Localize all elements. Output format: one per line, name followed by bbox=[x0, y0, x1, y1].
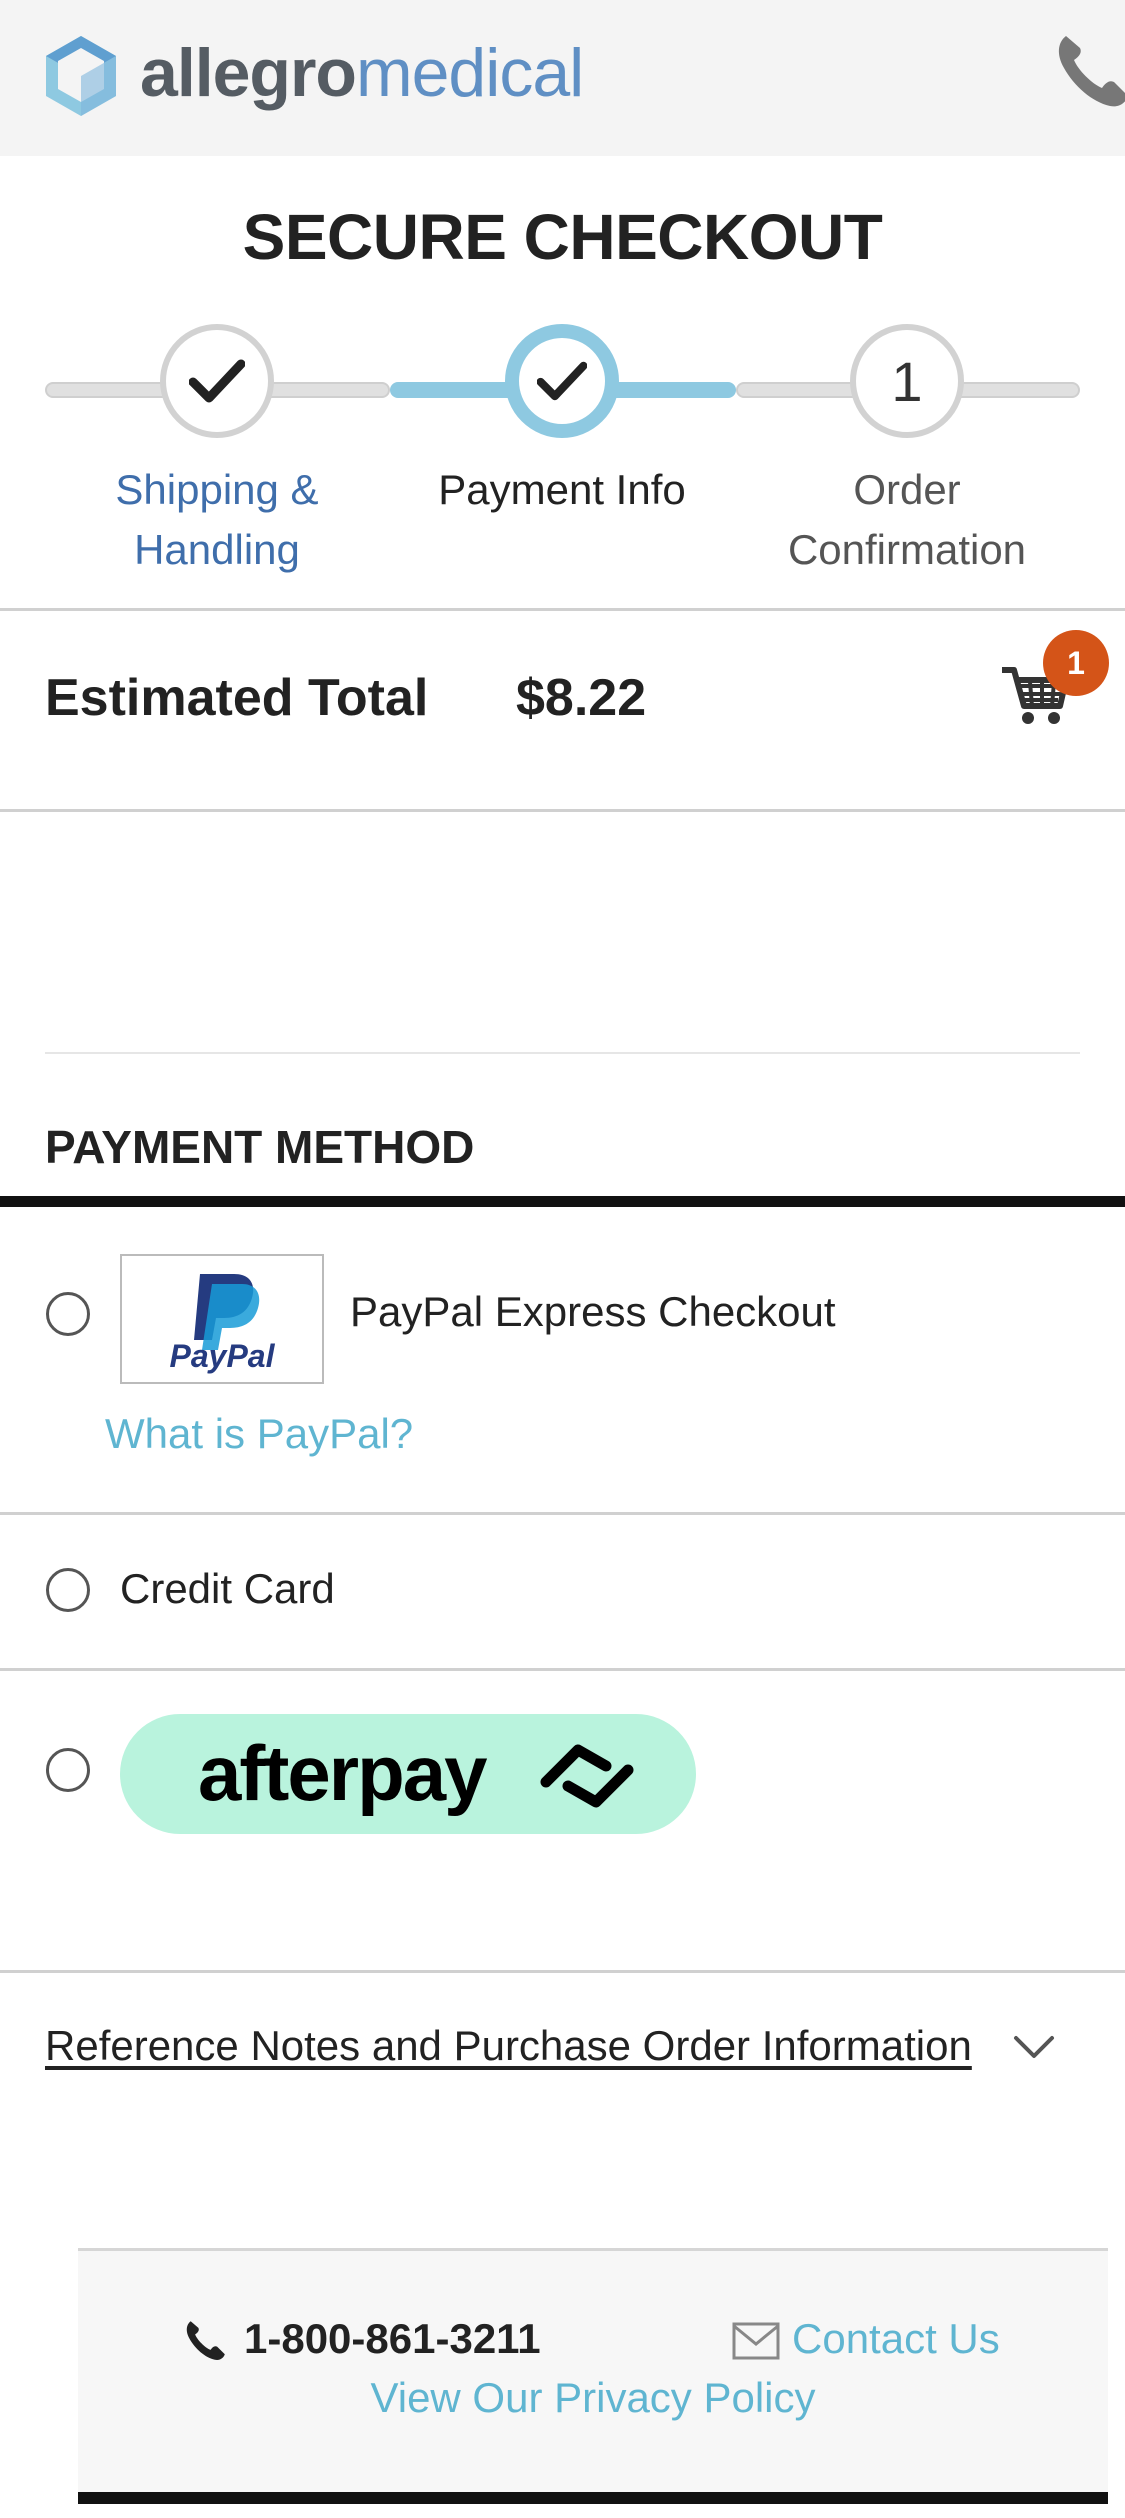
divider bbox=[0, 608, 1125, 611]
payment-method-heading: PAYMENT METHOD bbox=[45, 1121, 475, 1173]
logo-primary-text: allegro bbox=[140, 35, 357, 111]
mail-icon bbox=[732, 2322, 780, 2360]
afterpay-logo[interactable]: afterpay bbox=[120, 1714, 696, 1834]
heading-rule bbox=[0, 1196, 1125, 1207]
estimated-total-label: Estimated Total bbox=[45, 669, 429, 727]
privacy-policy-link[interactable]: View Our Privacy Policy bbox=[0, 2374, 1125, 2422]
chevron-down-icon[interactable] bbox=[1012, 2032, 1056, 2062]
footer-phone-number[interactable]: 1-800-861-3211 bbox=[244, 2315, 541, 2363]
footer-bottom-rule bbox=[78, 2492, 1108, 2504]
step-confirmation-circle: 1 bbox=[850, 324, 964, 438]
phone-icon[interactable] bbox=[1052, 30, 1125, 110]
step-shipping-label[interactable]: Shipping & Handling bbox=[67, 460, 367, 580]
divider bbox=[0, 1512, 1125, 1515]
afterpay-logo-text: afterpay bbox=[198, 1729, 487, 1817]
phone-icon bbox=[186, 2321, 225, 2361]
paypal-logo: PayPal bbox=[120, 1254, 324, 1384]
divider bbox=[45, 1052, 1080, 1054]
step-payment-label: Payment Info bbox=[438, 466, 686, 513]
credit-card-option-label[interactable]: Credit Card bbox=[120, 1565, 335, 1613]
contact-us-link[interactable]: Contact Us bbox=[792, 2315, 1000, 2363]
credit-card-radio[interactable] bbox=[46, 1568, 90, 1612]
brand-logo[interactable]: allegromedical bbox=[140, 30, 584, 116]
paypal-logo-text: PayPal bbox=[169, 1338, 275, 1374]
logo-secondary-text: medical bbox=[355, 35, 584, 111]
divider bbox=[0, 1668, 1125, 1671]
step-payment-circle bbox=[505, 324, 619, 438]
checkmark-icon bbox=[189, 359, 245, 403]
estimated-total-value: $8.22 bbox=[516, 669, 647, 727]
step-confirmation-label: Order Confirmation bbox=[787, 466, 1027, 573]
what-is-paypal-link[interactable]: What is PayPal? bbox=[105, 1410, 413, 1458]
paypal-radio[interactable] bbox=[46, 1292, 90, 1336]
paypal-option-label[interactable]: PayPal Express Checkout bbox=[350, 1288, 836, 1336]
afterpay-arrows-icon bbox=[540, 1744, 634, 1808]
step-shipping-circle[interactable] bbox=[160, 324, 274, 438]
divider bbox=[0, 1970, 1125, 1973]
logo-cube-icon bbox=[46, 36, 116, 116]
afterpay-radio[interactable] bbox=[46, 1748, 90, 1792]
page-title: SECURE CHECKOUT bbox=[242, 201, 883, 273]
reference-notes-toggle[interactable]: Reference Notes and Purchase Order Infor… bbox=[45, 2022, 972, 2070]
divider bbox=[0, 809, 1125, 812]
checkmark-icon bbox=[537, 361, 587, 401]
cart-count-badge: 1 bbox=[1043, 630, 1109, 696]
